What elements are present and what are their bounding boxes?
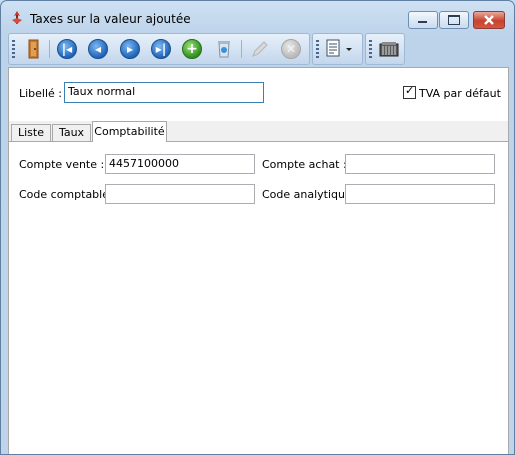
tva-default-label[interactable]: TVA par défaut	[419, 87, 501, 100]
next-record-icon[interactable]: ▸	[119, 38, 141, 60]
check-icon: ✓	[405, 84, 415, 97]
compte-achat-input[interactable]	[345, 154, 495, 174]
previous-record-icon[interactable]: ◂	[87, 38, 109, 60]
comptabilite-panel: Compte vente : 4457100000 Compte achat :…	[9, 142, 508, 454]
first-record-icon[interactable]: |◂	[56, 38, 78, 60]
tva-default-checkbox[interactable]: ✓	[403, 84, 416, 99]
libelle-input[interactable]: Taux normal	[64, 82, 264, 103]
view-toolbar	[365, 33, 405, 65]
toolbar-grip[interactable]	[316, 40, 319, 58]
app-icon	[12, 11, 22, 24]
code-comptable-input[interactable]	[105, 184, 255, 204]
title-bar[interactable]: Taxes sur la valeur ajoutée	[1, 1, 514, 31]
window: Taxes sur la valeur ajoutée |◂ ◂ ▸ ▸| +	[0, 0, 515, 455]
toolbar-separator	[241, 40, 242, 58]
maximize-icon	[448, 15, 460, 25]
last-record-icon[interactable]: ▸|	[150, 38, 172, 60]
report-toolbar	[312, 33, 363, 65]
maximize-button[interactable]	[439, 11, 469, 29]
records-view-icon[interactable]	[377, 38, 401, 60]
libelle-label: Libellé :	[19, 87, 63, 100]
code-analytique-input[interactable]	[345, 184, 495, 204]
close-icon	[484, 15, 494, 25]
toolbar-grip[interactable]	[12, 40, 15, 58]
compte-vente-input[interactable]: 4457100000	[105, 154, 255, 174]
add-record-icon[interactable]: +	[181, 38, 203, 60]
tab-taux[interactable]: Taux	[52, 124, 91, 141]
exit-door-icon[interactable]	[22, 38, 44, 60]
report-menu-icon[interactable]	[324, 38, 354, 60]
delete-record-icon[interactable]	[213, 38, 235, 60]
toolbar-separator	[49, 40, 50, 58]
toolbar-grip[interactable]	[369, 40, 372, 58]
minimize-button[interactable]	[408, 11, 438, 29]
close-button[interactable]	[473, 11, 505, 29]
compte-vente-label: Compte vente :	[19, 158, 105, 171]
tab-comptabilite[interactable]: Comptabilité	[92, 121, 167, 142]
form-area: Libellé : Taux normal ✓ TVA par défaut L…	[8, 67, 509, 454]
code-comptable-label: Code comptable :	[19, 188, 117, 201]
navigation-toolbar: |◂ ◂ ▸ ▸| + ✕	[8, 33, 310, 65]
tab-liste[interactable]: Liste	[11, 124, 51, 141]
compte-achat-label: Compte achat :	[262, 158, 347, 171]
window-title: Taxes sur la valeur ajoutée	[30, 12, 191, 26]
minimize-icon	[418, 21, 427, 23]
cancel-record-icon[interactable]: ✕	[280, 38, 302, 60]
edit-record-icon[interactable]	[249, 38, 271, 60]
tab-strip: Liste Taux Comptabilité	[9, 121, 508, 142]
